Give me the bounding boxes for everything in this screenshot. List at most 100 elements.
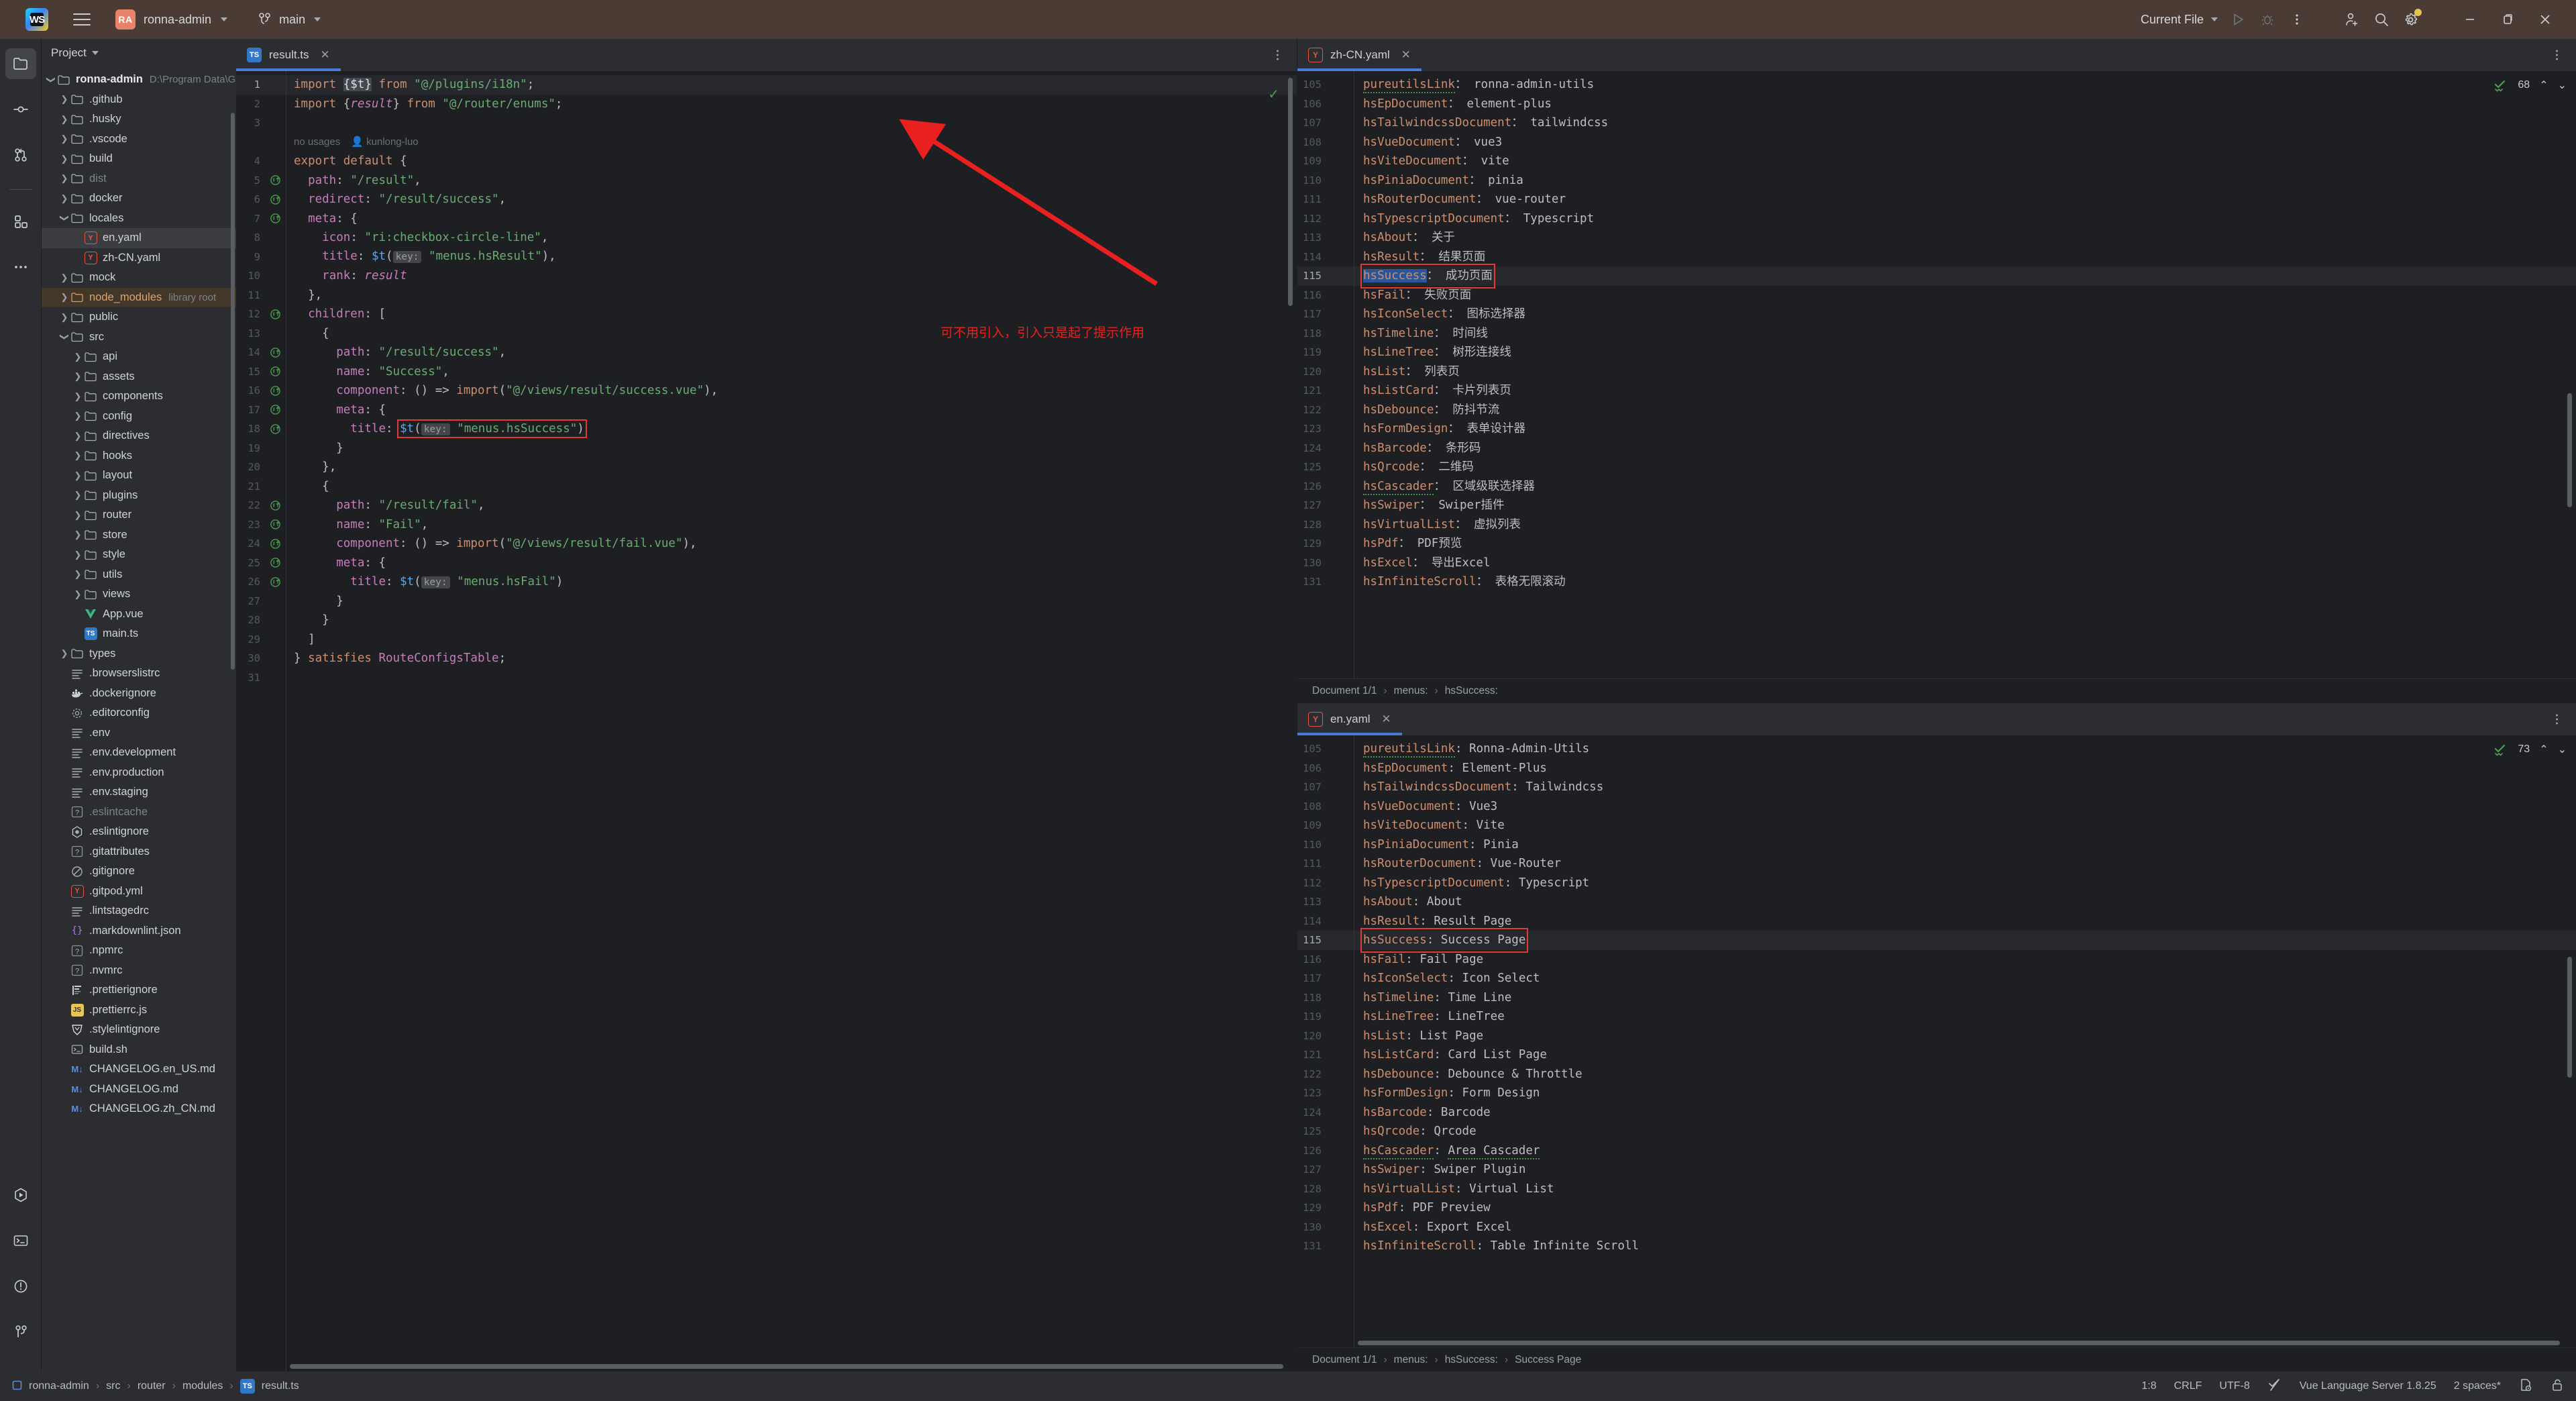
sidebar-item-terminal[interactable]: [5, 1225, 36, 1256]
tree-row[interactable]: ❯ hooks: [42, 446, 236, 466]
tree-row[interactable]: ? .npmrc: [42, 941, 236, 961]
breadcrumb-item[interactable]: Success Page: [1515, 1354, 1581, 1366]
code-line[interactable]: 4 export default {: [236, 152, 1297, 171]
gutter-icon[interactable]: [266, 213, 284, 224]
tree-row[interactable]: Y en.yaml: [42, 228, 236, 248]
chevron-right-icon[interactable]: ❯: [72, 569, 83, 580]
breadcrumb-item[interactable]: Document 1/1: [1312, 685, 1377, 697]
breadcrumb-item[interactable]: menus:: [1394, 1354, 1428, 1366]
minimize-button[interactable]: [2451, 5, 2489, 34]
code-line[interactable]: 22 path: "/result/fail",: [236, 496, 1297, 515]
code-line[interactable]: 2 import {result} from "@/router/enums";: [236, 95, 1297, 114]
sidebar-item-project[interactable]: [5, 48, 36, 79]
editor-vertical-scrollbar[interactable]: [2567, 957, 2572, 1078]
author-hint[interactable]: 👤 kunlong-luo: [351, 133, 418, 152]
tree-row[interactable]: ❯ components: [42, 386, 236, 407]
code-line[interactable]: 116 hsFail: Fail Page: [1297, 950, 2576, 970]
code-line[interactable]: 111 hsRouterDocument： vue-router: [1297, 190, 2576, 209]
code-line[interactable]: 112 hsTypescriptDocument: Typescript: [1297, 874, 2576, 893]
editor-options-button[interactable]: [1267, 45, 1287, 65]
config-file-icon[interactable]: [2518, 1378, 2533, 1396]
code-line[interactable]: 115 hsSuccess： 成功页面: [1297, 264, 2576, 289]
sidebar-item-structure[interactable]: [5, 206, 36, 237]
status-breadcrumb-item[interactable]: ronna-admin: [29, 1380, 89, 1392]
code-line[interactable]: 106 hsEpDocument： element-plus: [1297, 95, 2576, 114]
editor-horizontal-scrollbar[interactable]: [1358, 1341, 2560, 1345]
tree-row[interactable]: ❯ .github: [42, 90, 236, 110]
main-menu-button[interactable]: [66, 3, 98, 36]
tree-row[interactable]: ? .gitattributes: [42, 842, 236, 862]
code-line[interactable]: 21 {: [236, 477, 1297, 497]
line-separator[interactable]: CRLF: [2174, 1380, 2202, 1392]
project-widget[interactable]: RA ronna-admin: [109, 7, 234, 32]
tree-row[interactable]: .dockerignore: [42, 684, 236, 704]
tree-row-root[interactable]: ❯ ronna-admin D:\Program Data\Github\kun…: [42, 70, 236, 90]
code-line[interactable]: 131 hsInfiniteScroll： 表格无限滚动: [1297, 572, 2576, 592]
tree-row[interactable]: .eslintignore: [42, 822, 236, 842]
code-line[interactable]: 128 hsVirtualList: Virtual List: [1297, 1180, 2576, 1199]
inspection-widget-zh[interactable]: 68 ⌃ ⌄: [2493, 78, 2567, 93]
chevron-right-icon[interactable]: ❯: [72, 431, 83, 442]
close-icon[interactable]: ✕: [319, 48, 331, 62]
code-line[interactable]: 129 hsPdf: PDF Preview: [1297, 1198, 2576, 1218]
code-line[interactable]: 116 hsFail： 失败页面: [1297, 286, 2576, 305]
tree-row[interactable]: ❯ api: [42, 347, 236, 367]
tree-row[interactable]: ❯ locales: [42, 209, 236, 229]
code-line[interactable]: 16 component: () => import("@/views/resu…: [236, 381, 1297, 401]
gutter-icon[interactable]: [266, 174, 284, 186]
inspection-ok-icon[interactable]: ✓: [1268, 86, 1279, 103]
gutter-icon[interactable]: [266, 538, 284, 550]
code-line[interactable]: 7 meta: {: [236, 209, 1297, 229]
tree-row[interactable]: .prettierignore: [42, 980, 236, 1000]
next-problem-button[interactable]: ⌄: [2558, 743, 2567, 756]
tree-row[interactable]: ❯ config: [42, 407, 236, 427]
code-line[interactable]: 19 }: [236, 439, 1297, 458]
project-tree-scrollbar[interactable]: [231, 113, 235, 670]
unlocked-icon[interactable]: [2551, 1378, 2564, 1396]
code-line[interactable]: 109 hsViteDocument： vite: [1297, 152, 2576, 171]
tab-zh-cn-yaml[interactable]: Y zh-CN.yaml ✕: [1297, 39, 1421, 71]
code-line[interactable]: 106 hsEpDocument: Element-Plus: [1297, 759, 2576, 778]
gutter-icon[interactable]: [266, 404, 284, 415]
code-line[interactable]: 131 hsInfiniteScroll: Table Infinite Scr…: [1297, 1237, 2576, 1256]
code-line[interactable]: 10 rank: result: [236, 266, 1297, 286]
chevron-down-icon[interactable]: ❯: [46, 74, 56, 85]
tree-row[interactable]: ❯ layout: [42, 466, 236, 486]
sidebar-item-problems[interactable]: [5, 1271, 36, 1302]
chevron-right-icon[interactable]: ❯: [72, 391, 83, 402]
chevron-right-icon[interactable]: ❯: [72, 371, 83, 382]
project-pane-header[interactable]: Project: [42, 39, 236, 67]
code-line[interactable]: 117 hsIconSelect： 图标选择器: [1297, 305, 2576, 324]
tree-row[interactable]: Y zh-CN.yaml: [42, 248, 236, 268]
code-line[interactable]: 125 hsQrcode： 二维码: [1297, 458, 2576, 477]
code-line[interactable]: 110 hsPiniaDocument： pinia: [1297, 171, 2576, 191]
prev-problem-button[interactable]: ⌃: [2539, 743, 2548, 756]
tree-row[interactable]: ❯ docker: [42, 189, 236, 209]
code-line[interactable]: 118 hsTimeline： 时间线: [1297, 324, 2576, 344]
code-line[interactable]: 127 hsSwiper: Swiper Plugin: [1297, 1160, 2576, 1180]
breadcrumb-en[interactable]: Document 1/1 › menus: › hsSuccess: › Success P…: [1297, 1347, 2576, 1371]
code-line[interactable]: 125 hsQrcode: Qrcode: [1297, 1122, 2576, 1141]
chevron-down-icon[interactable]: ❯: [59, 213, 70, 223]
file-encoding[interactable]: UTF-8: [2219, 1380, 2249, 1392]
code-line[interactable]: 120 hsList： 列表页: [1297, 362, 2576, 382]
code-line[interactable]: 109 hsViteDocument: Vite: [1297, 816, 2576, 835]
run-button[interactable]: [2223, 5, 2253, 34]
sidebar-item-run[interactable]: [5, 1180, 36, 1210]
gutter-icon[interactable]: [266, 576, 284, 588]
code-line[interactable]: 119 hsLineTree: LineTree: [1297, 1007, 2576, 1027]
code-line[interactable]: 14 path: "/result/success",: [236, 343, 1297, 362]
code-line[interactable]: 24 component: () => import("@/views/resu…: [236, 534, 1297, 554]
code-line[interactable]: 129 hsPdf： PDF预览: [1297, 534, 2576, 554]
tree-row[interactable]: ❯ .vscode: [42, 129, 236, 150]
gutter-icon[interactable]: [266, 366, 284, 377]
code-line[interactable]: 28 }: [236, 611, 1297, 630]
chevron-right-icon[interactable]: ❯: [59, 272, 70, 283]
editor-options-button[interactable]: [2546, 45, 2567, 65]
code-line[interactable]: 130 hsExcel： 导出Excel: [1297, 554, 2576, 573]
code-line[interactable]: 15 name: "Success",: [236, 362, 1297, 382]
code-line[interactable]: 1 import {$t} from "@/plugins/i18n";: [236, 75, 1297, 95]
code-line[interactable]: 112 hsTypescriptDocument： Typescript: [1297, 209, 2576, 229]
tree-row[interactable]: ❯ router: [42, 505, 236, 525]
chevron-right-icon[interactable]: ❯: [72, 510, 83, 521]
